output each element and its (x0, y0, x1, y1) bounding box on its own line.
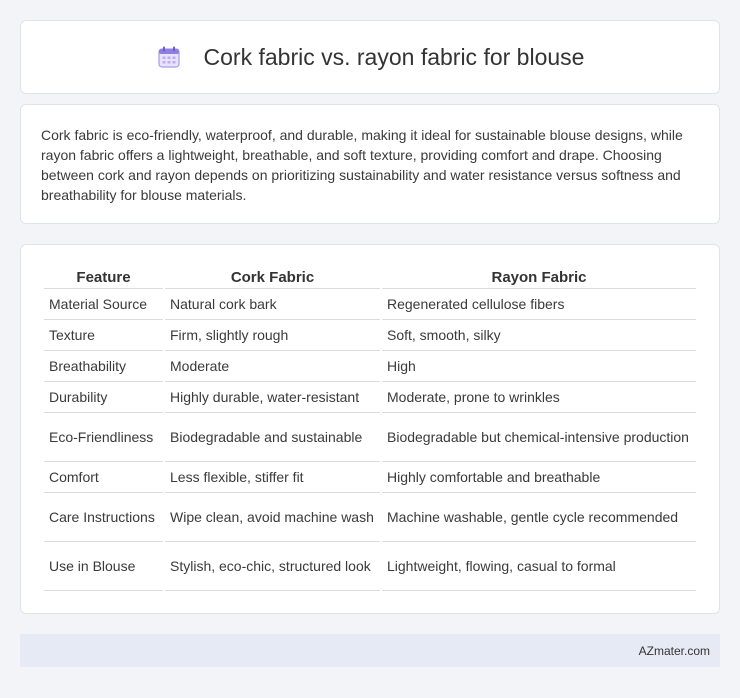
table-row: Use in Blouse Stylish, eco-chic, structu… (44, 542, 696, 591)
rayon-cell: Biodegradable but chemical-intensive pro… (382, 413, 696, 462)
feature-cell: Breathability (44, 351, 163, 382)
comparison-table: Feature Cork Fabric Rayon Fabric Materia… (42, 265, 698, 591)
feature-cell: Use in Blouse (44, 542, 163, 591)
header-feature: Feature (44, 265, 163, 289)
table-row: Durability Highly durable, water-resista… (44, 382, 696, 413)
table-row: Texture Firm, slightly rough Soft, smoot… (44, 320, 696, 351)
cork-cell: Stylish, eco-chic, structured look (165, 542, 380, 591)
feature-cell: Material Source (44, 289, 163, 320)
feature-cell: Durability (44, 382, 163, 413)
cork-cell: Less flexible, stiffer fit (165, 462, 380, 493)
feature-cell: Comfort (44, 462, 163, 493)
cork-cell: Moderate (165, 351, 380, 382)
feature-cell: Care Instructions (44, 493, 163, 542)
footer-site-name: AZmater.com (638, 643, 710, 658)
comparison-table-card: Feature Cork Fabric Rayon Fabric Materia… (20, 244, 720, 614)
table-row: Breathability Moderate High (44, 351, 696, 382)
table-header-row: Feature Cork Fabric Rayon Fabric (44, 265, 696, 289)
rayon-cell: High (382, 351, 696, 382)
cork-cell: Natural cork bark (165, 289, 380, 320)
table-row: Material Source Natural cork bark Regene… (44, 289, 696, 320)
title-card: Cork fabric vs. rayon fabric for blouse (20, 20, 720, 94)
rayon-cell: Regenerated cellulose fibers (382, 289, 696, 320)
rayon-cell: Moderate, prone to wrinkles (382, 382, 696, 413)
feature-cell: Eco-Friendliness (44, 413, 163, 462)
rayon-cell: Soft, smooth, silky (382, 320, 696, 351)
feature-cell: Texture (44, 320, 163, 351)
table-row: Comfort Less flexible, stiffer fit Highl… (44, 462, 696, 493)
footer: AZmater.com (20, 634, 720, 667)
calendar-icon (156, 44, 182, 70)
cork-cell: Biodegradable and sustainable (165, 413, 380, 462)
rayon-cell: Lightweight, flowing, casual to formal (382, 542, 696, 591)
cork-cell: Firm, slightly rough (165, 320, 380, 351)
cork-cell: Wipe clean, avoid machine wash (165, 493, 380, 542)
rayon-cell: Highly comfortable and breathable (382, 462, 696, 493)
header-cork-fabric: Cork Fabric (165, 265, 380, 289)
header-rayon-fabric: Rayon Fabric (382, 265, 696, 289)
summary-text: Cork fabric is eco-friendly, waterproof,… (41, 127, 683, 203)
page-title: Cork fabric vs. rayon fabric for blouse (203, 43, 585, 70)
summary-card: Cork fabric is eco-friendly, waterproof,… (20, 104, 720, 224)
rayon-cell: Machine washable, gentle cycle recommend… (382, 493, 696, 542)
table-row: Care Instructions Wipe clean, avoid mach… (44, 493, 696, 542)
table-row: Eco-Friendliness Biodegradable and susta… (44, 413, 696, 462)
cork-cell: Highly durable, water-resistant (165, 382, 380, 413)
